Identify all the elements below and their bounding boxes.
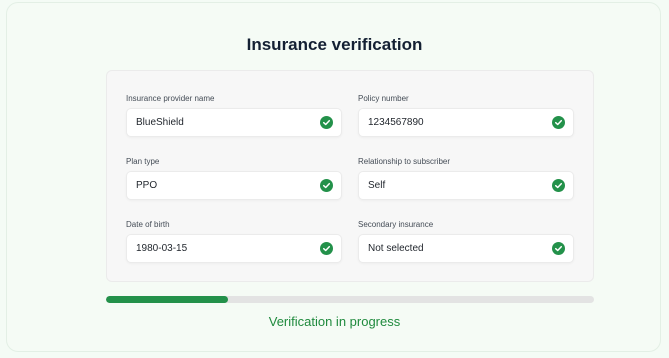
field-value: Self: [368, 180, 386, 191]
field-policy-number: Policy number 1234567890: [358, 93, 574, 137]
page-title: Insurance verification: [246, 35, 423, 54]
progress-bar: [106, 296, 594, 303]
secondary-insurance-input[interactable]: Not selected: [358, 234, 574, 263]
check-circle-icon: [320, 116, 333, 129]
field-label: Plan type: [126, 157, 160, 166]
field-value: BlueShield: [136, 117, 184, 128]
field-value: Not selected: [368, 243, 424, 254]
check-circle-icon: [320, 242, 333, 255]
progress-bar-fill: [106, 296, 228, 303]
field-value: 1980-03-15: [136, 243, 188, 254]
field-relationship: Relationship to subscriber Self: [358, 156, 574, 200]
date-of-birth-input[interactable]: 1980-03-15: [126, 234, 342, 263]
field-value: 1234567890: [368, 117, 424, 128]
insurance-provider-input[interactable]: BlueShield: [126, 108, 342, 137]
verification-form: Insurance provider name BlueShield Polic…: [106, 70, 594, 282]
field-label: Date of birth: [126, 220, 170, 229]
field-date-of-birth: Date of birth 1980-03-15: [126, 219, 342, 263]
field-label: Relationship to subscriber: [358, 157, 451, 166]
relationship-input[interactable]: Self: [358, 171, 574, 200]
plan-type-input[interactable]: PPO: [126, 171, 342, 200]
policy-number-input[interactable]: 1234567890: [358, 108, 574, 137]
check-circle-icon: [552, 179, 565, 192]
field-label: Policy number: [358, 94, 409, 103]
check-circle-icon: [552, 242, 565, 255]
field-secondary-insurance: Secondary insurance Not selected: [358, 219, 574, 263]
check-circle-icon: [552, 116, 565, 129]
verification-status: Verification in progress: [268, 314, 401, 329]
field-value: PPO: [136, 180, 158, 191]
field-label: Insurance provider name: [126, 94, 215, 103]
field-plan-type: Plan type PPO: [126, 156, 342, 200]
field-insurance-provider: Insurance provider name BlueShield: [126, 93, 342, 137]
check-circle-icon: [320, 179, 333, 192]
field-label: Secondary insurance: [358, 220, 434, 229]
